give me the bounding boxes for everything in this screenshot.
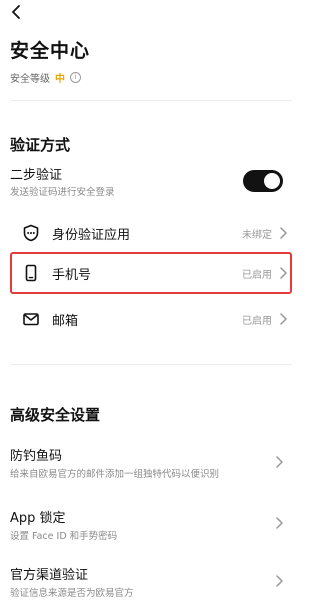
phone-icon bbox=[22, 264, 40, 282]
security-level-row: 安全等级 中 i bbox=[10, 70, 81, 85]
page-title: 安全中心 bbox=[10, 40, 91, 62]
shield-dots-icon bbox=[22, 224, 40, 242]
chevron-right-icon bbox=[278, 267, 288, 279]
method-label: 身份验证应用 bbox=[52, 227, 131, 243]
anti-phishing-subtitle: 给来自欧易官方的邮件添加一组独特代码以便识别 bbox=[10, 469, 220, 480]
method-status: 未绑定 bbox=[242, 229, 272, 241]
toggle-knob bbox=[264, 173, 280, 189]
security-level-value: 中 bbox=[55, 74, 65, 85]
method-label: 邮箱 bbox=[52, 313, 79, 329]
method-row-email[interactable]: 邮箱 已启用 bbox=[10, 302, 292, 336]
official-channel-title[interactable]: 官方渠道验证 bbox=[10, 564, 88, 583]
divider bbox=[10, 364, 292, 365]
app-lock-subtitle: 设置 Face ID 和手势密码 bbox=[10, 531, 118, 542]
anti-phishing-title[interactable]: 防钓鱼码 bbox=[10, 445, 62, 464]
official-channel-subtitle: 验证信息来源是否为欧易官方 bbox=[10, 588, 134, 599]
chevron-left-icon bbox=[12, 5, 20, 19]
method-row-phone[interactable]: 手机号 已启用 bbox=[10, 256, 292, 290]
verification-section-title: 验证方式 bbox=[10, 136, 71, 154]
chevron-right-icon bbox=[278, 227, 288, 239]
method-row-authenticator[interactable]: 身份验证应用 未绑定 bbox=[10, 216, 292, 250]
method-label: 手机号 bbox=[52, 267, 92, 283]
chevron-right-icon[interactable] bbox=[274, 517, 284, 529]
chevron-right-icon[interactable] bbox=[274, 456, 284, 468]
method-status: 已启用 bbox=[242, 269, 272, 281]
divider bbox=[10, 100, 292, 101]
advanced-section-title: 高级安全设置 bbox=[10, 406, 101, 424]
chevron-right-icon[interactable] bbox=[274, 575, 284, 587]
app-lock-title[interactable]: App 锁定 bbox=[10, 507, 66, 526]
mail-icon bbox=[22, 310, 40, 328]
security-level-label: 安全等级 bbox=[10, 74, 50, 85]
method-status: 已启用 bbox=[242, 315, 272, 327]
two-step-toggle[interactable] bbox=[243, 170, 283, 192]
back-button[interactable] bbox=[6, 2, 26, 22]
two-step-subtitle: 发送验证码进行安全登录 bbox=[10, 187, 115, 198]
two-step-title: 二步验证 bbox=[10, 168, 63, 183]
chevron-right-icon bbox=[278, 313, 288, 325]
info-icon[interactable]: i bbox=[70, 72, 81, 83]
